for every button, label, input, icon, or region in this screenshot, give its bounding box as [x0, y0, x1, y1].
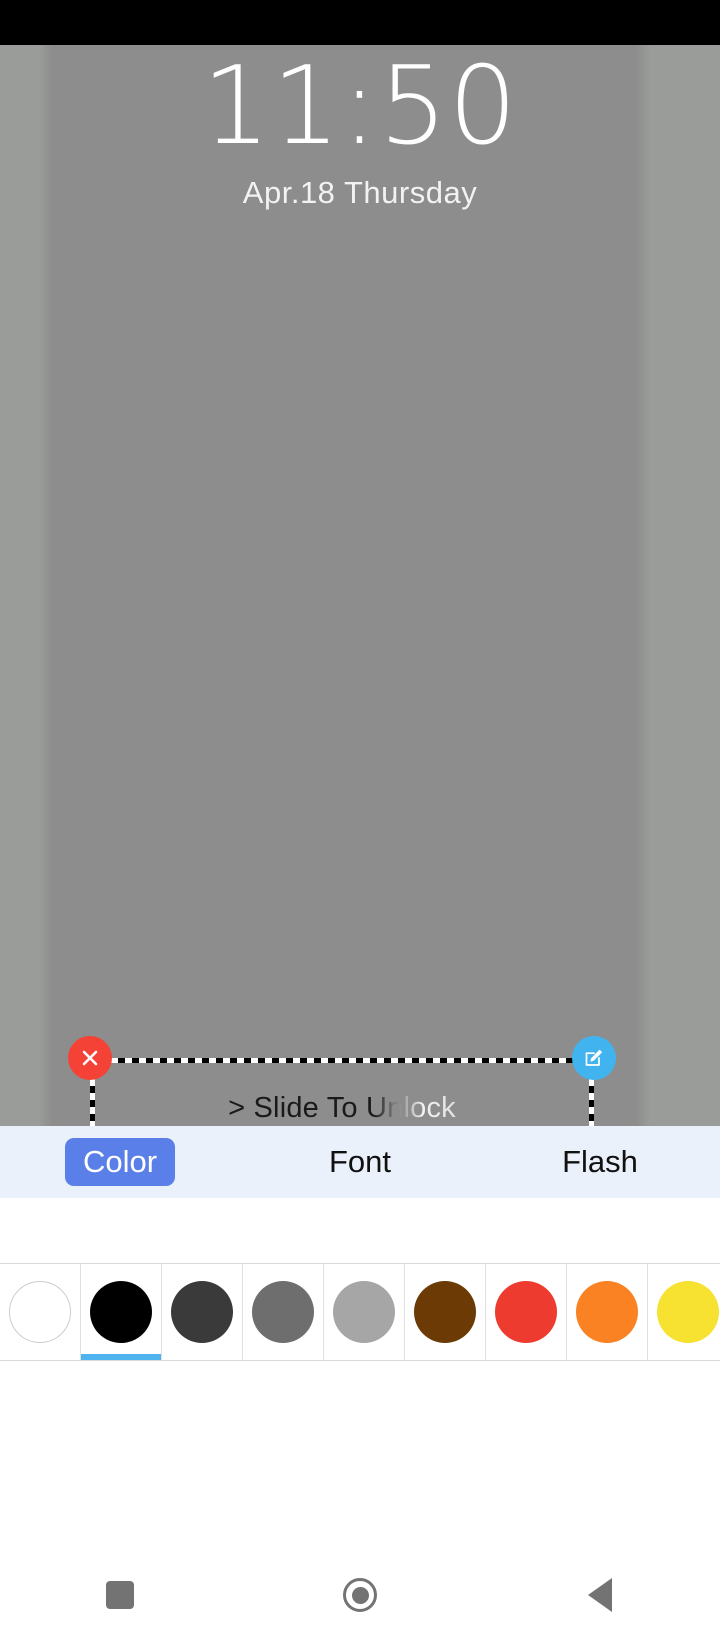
- color-swatch-yellow[interactable]: [648, 1264, 720, 1360]
- triangle-left-icon: [588, 1578, 612, 1612]
- tab-font[interactable]: Font: [240, 1138, 480, 1186]
- close-widget-button[interactable]: [68, 1036, 112, 1080]
- edit-pencil-icon: [585, 1049, 603, 1066]
- tab-font-label: Font: [328, 1144, 392, 1179]
- close-x-icon: [82, 1050, 98, 1066]
- app-root: 11:50 Apr.18 Thursday > Slide To Unlock: [0, 0, 720, 1650]
- color-swatch-dot: [90, 1281, 152, 1343]
- status-bar: [0, 0, 720, 45]
- clock-widget: 11:50 Apr.18 Thursday: [0, 45, 720, 211]
- color-swatch-white[interactable]: [0, 1264, 81, 1360]
- edit-widget-button[interactable]: [572, 1036, 616, 1080]
- editor-tabbar: Color Font Flash: [0, 1126, 720, 1198]
- color-swatch-black[interactable]: [81, 1264, 162, 1360]
- clock-date: Apr.18 Thursday: [242, 175, 478, 210]
- color-swatch-orange[interactable]: [567, 1264, 648, 1360]
- color-swatch-dot: [414, 1281, 476, 1343]
- color-swatch-dot: [495, 1281, 557, 1343]
- color-swatch-dot: [171, 1281, 233, 1343]
- back-button[interactable]: [480, 1578, 720, 1612]
- color-swatch-gray[interactable]: [243, 1264, 324, 1360]
- color-swatch-dot: [576, 1281, 638, 1343]
- clock-time: 11:50: [201, 45, 519, 169]
- color-swatch-light-gray[interactable]: [324, 1264, 405, 1360]
- android-navigation-bar: [0, 1540, 720, 1650]
- color-swatch-dot: [333, 1281, 395, 1343]
- color-swatch-dot: [252, 1281, 314, 1343]
- lockscreen-preview[interactable]: 11:50 Apr.18 Thursday > Slide To Unlock: [0, 45, 720, 1126]
- color-swatch-brown[interactable]: [405, 1264, 486, 1360]
- editor-panel: [0, 1198, 720, 1650]
- color-swatch-row[interactable]: [0, 1263, 720, 1361]
- tab-color[interactable]: Color: [0, 1138, 240, 1186]
- tab-color-label: Color: [64, 1138, 176, 1186]
- color-swatch-red[interactable]: [486, 1264, 567, 1360]
- color-swatch-dot: [9, 1281, 71, 1343]
- slide-to-unlock-widget[interactable]: > Slide To Unlock: [68, 1036, 616, 1126]
- color-swatch-dot: [657, 1281, 719, 1343]
- square-icon: [106, 1581, 134, 1609]
- tab-flash[interactable]: Flash: [480, 1138, 720, 1186]
- circle-icon: [343, 1578, 377, 1612]
- tab-flash-label: Flash: [562, 1144, 638, 1179]
- recents-button[interactable]: [0, 1581, 240, 1609]
- home-button[interactable]: [240, 1578, 480, 1612]
- circle-inner: [351, 1586, 369, 1604]
- slide-to-unlock-text: > Slide To Unlock: [90, 1092, 594, 1125]
- color-swatch-dark-gray[interactable]: [162, 1264, 243, 1360]
